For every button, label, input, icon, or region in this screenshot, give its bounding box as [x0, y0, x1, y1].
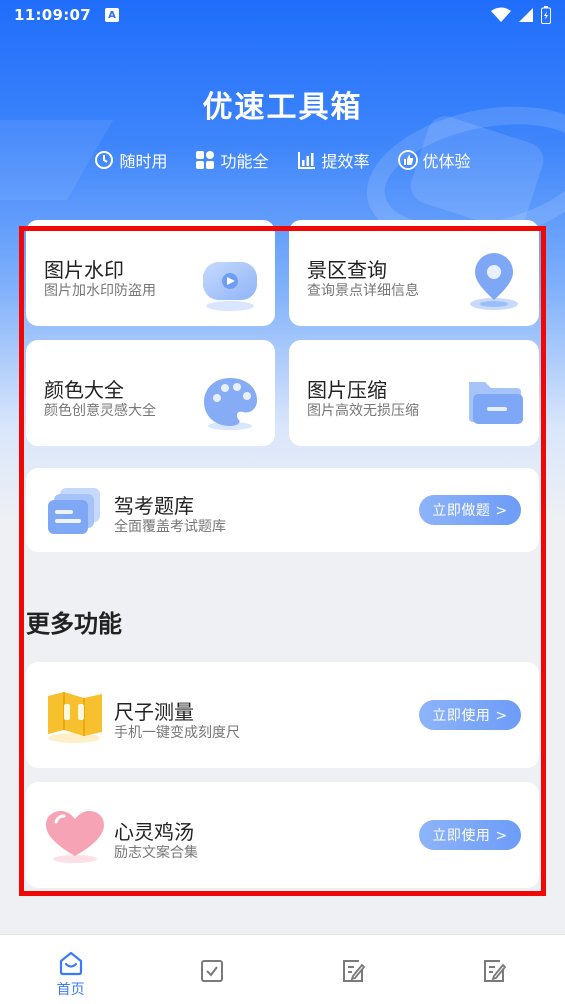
card-title: 驾考题库: [114, 494, 194, 518]
bar-chart-icon: [297, 152, 315, 169]
card-subtitle: 励志文案合集: [114, 845, 198, 861]
more-features-heading: 更多功能: [26, 610, 122, 638]
card-subtitle: 手机一键变成刻度尺: [114, 725, 240, 741]
edit-document-icon: [343, 960, 366, 982]
feature-label: 提效率: [321, 152, 370, 171]
clock-icon: [95, 151, 114, 169]
tool-card-image-watermark[interactable]: 图片水印 图片加水印防盗用: [26, 220, 275, 326]
folder-icon: [469, 382, 523, 424]
tool-card-driving-exam[interactable]: 驾考题库 全面覆盖考试题库 立即做题 >: [26, 468, 539, 552]
status-time: 11:09:07: [14, 6, 92, 24]
location-pin-icon: [470, 253, 518, 310]
checkbox-icon: [200, 960, 223, 982]
feature-label: 随时用: [119, 152, 168, 171]
status-icons: [491, 6, 551, 24]
cards-icon: [48, 488, 100, 534]
thumbs-up-icon: [397, 150, 418, 170]
grid-icon: [196, 151, 215, 169]
card-title: 尺子测量: [114, 700, 194, 724]
tab-label-home: 首页: [56, 982, 85, 998]
feature-experience: 优体验: [397, 148, 471, 172]
tab-edit[interactable]: [424, 935, 565, 1004]
card-subtitle: 查询景点详细信息: [307, 283, 419, 299]
wifi-icon: [491, 7, 511, 22]
battery-icon: [541, 6, 551, 24]
status-bar: 11:09:07 A: [0, 0, 565, 30]
signal-icon: [519, 8, 533, 22]
start-quiz-button[interactable]: 立即做题 >: [419, 495, 521, 525]
tool-card-color-collection[interactable]: 颜色大全 颜色创意灵感大全: [26, 340, 275, 446]
feature-anytime: 随时用: [94, 148, 167, 172]
bottom-tab-bar: 首页: [0, 934, 565, 1004]
tab-home[interactable]: 首页: [0, 935, 141, 1004]
card-subtitle: 全面覆盖考试题库: [114, 519, 226, 535]
card-subtitle: 图片高效无损压缩: [307, 403, 419, 419]
card-title: 图片水印: [44, 258, 124, 282]
tool-card-scenic-query[interactable]: 景区查询 查询景点详细信息: [289, 220, 539, 326]
card-title: 颜色大全: [44, 378, 124, 402]
feature-efficiency: 提效率: [297, 148, 370, 172]
video-bubble-icon: [203, 262, 257, 311]
home-icon: [59, 951, 82, 976]
feature-highlights: 随时用 功能全 提效率 优体验: [0, 148, 565, 172]
edit-document-icon: [484, 960, 507, 982]
tab-notes[interactable]: [283, 935, 424, 1004]
palette-icon: [204, 378, 257, 430]
card-subtitle: 颜色创意灵感大全: [44, 403, 156, 419]
tool-card-chicken-soup[interactable]: 心灵鸡汤 励志文案合集 立即使用 >: [26, 782, 539, 888]
feature-label: 优体验: [422, 152, 471, 171]
feature-complete: 功能全: [195, 148, 269, 172]
card-title: 图片压缩: [307, 378, 387, 402]
card-title: 心灵鸡汤: [114, 820, 194, 844]
tool-card-ruler[interactable]: 尺子测量 手机一键变成刻度尺 立即使用 >: [26, 662, 539, 768]
heart-icon: [46, 811, 104, 863]
feature-label: 功能全: [220, 152, 269, 171]
ruler-map-icon: [48, 692, 102, 743]
card-subtitle: 图片加水印防盗用: [44, 283, 156, 299]
tool-card-image-compress[interactable]: 图片压缩 图片高效无损压缩: [289, 340, 539, 446]
app-title: 优速工具箱: [202, 90, 363, 125]
tab-tasks[interactable]: [141, 935, 282, 1004]
card-title: 景区查询: [307, 258, 387, 282]
use-ruler-button[interactable]: 立即使用 >: [419, 700, 521, 730]
use-soup-button[interactable]: 立即使用 >: [419, 820, 521, 850]
notification-badge: A: [105, 8, 120, 22]
